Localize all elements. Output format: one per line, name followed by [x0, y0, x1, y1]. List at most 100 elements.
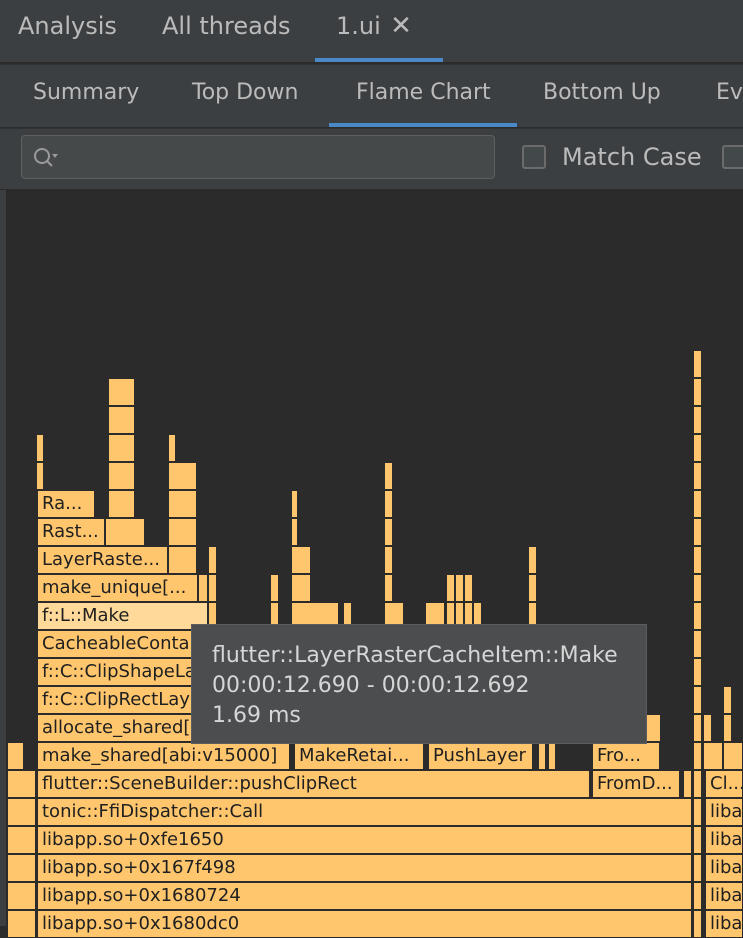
search-input[interactable] [21, 135, 495, 179]
flame-frame[interactable] [7, 770, 36, 798]
flame-frame[interactable] [105, 518, 145, 546]
flame-frame[interactable] [464, 574, 473, 602]
flame-frame[interactable] [198, 574, 208, 602]
flame-frame[interactable] [723, 742, 743, 770]
flame-frame[interactable] [693, 798, 702, 826]
flame-frame[interactable] [693, 658, 702, 686]
match-case-checkbox[interactable] [522, 145, 546, 169]
flame-frame[interactable] [693, 882, 702, 910]
search-icon[interactable] [32, 146, 58, 170]
flame-frame[interactable] [703, 714, 712, 742]
flame-frame[interactable] [693, 574, 702, 602]
flame-frame[interactable]: f::C::ClipRectLay [37, 686, 208, 714]
flame-frame[interactable] [528, 546, 537, 574]
flame-frame[interactable]: FromD... [592, 770, 680, 798]
flame-frame[interactable] [208, 574, 217, 602]
flame-frame[interactable] [693, 378, 702, 406]
flame-frame[interactable] [384, 574, 393, 602]
tab-analysis[interactable]: Analysis [18, 12, 117, 40]
flame-frame[interactable] [528, 574, 537, 602]
flame-frame[interactable]: LayerRaste... [37, 546, 168, 574]
flame-frame[interactable] [168, 490, 197, 518]
flame-frame[interactable]: make_unique[... [37, 574, 198, 602]
flame-frame[interactable]: Cl... [705, 770, 743, 798]
flame-frame[interactable]: MakeRetai... [294, 742, 424, 770]
flame-frame[interactable]: libapp.so+0x1680dc0 [37, 910, 692, 938]
flame-frame[interactable] [723, 714, 732, 742]
flame-frame[interactable] [108, 406, 135, 434]
flame-frame[interactable] [168, 434, 176, 462]
flame-frame[interactable] [168, 546, 197, 574]
flame-frame[interactable] [291, 490, 298, 518]
flame-frame[interactable]: liba [705, 798, 743, 826]
flame-frame[interactable] [384, 546, 393, 574]
flame-frame[interactable] [693, 742, 702, 770]
flame-frame[interactable]: Ra... [37, 490, 95, 518]
regex-checkbox[interactable] [722, 145, 743, 169]
flame-frame[interactable] [548, 742, 556, 770]
tab-bottom-up[interactable]: Bottom Up [543, 80, 661, 105]
flame-frame[interactable] [538, 742, 546, 770]
flame-frame[interactable]: liba [705, 826, 743, 854]
flame-frame[interactable] [693, 630, 702, 658]
flame-frame[interactable] [693, 910, 702, 938]
flame-frame[interactable] [291, 546, 311, 574]
flame-frame[interactable] [693, 854, 702, 882]
flame-frame[interactable]: flutter::SceneBuilder::pushClipRect [37, 770, 590, 798]
flame-frame[interactable]: liba [705, 882, 743, 910]
tab-1-ui[interactable]: 1.ui [336, 12, 381, 40]
flame-frame[interactable]: tonic::FfiDispatcher::Call [37, 798, 692, 826]
tab-events[interactable]: Ev [716, 80, 743, 105]
flame-frame[interactable] [646, 714, 661, 742]
flame-frame[interactable] [108, 462, 135, 490]
flame-frame[interactable]: PushLayer [428, 742, 533, 770]
flame-frame[interactable] [455, 574, 464, 602]
flame-frame[interactable]: make_shared[abi:v15000] [37, 742, 290, 770]
tab-all-threads[interactable]: All threads [162, 12, 291, 40]
flame-frame[interactable] [270, 574, 279, 602]
flame-frame[interactable] [108, 490, 135, 518]
flame-frame[interactable] [723, 686, 732, 714]
flame-frame[interactable] [7, 742, 24, 770]
flame-frame[interactable] [693, 826, 702, 854]
flame-frame[interactable]: Fro... [592, 742, 660, 770]
flame-frame[interactable] [36, 434, 44, 462]
close-icon[interactable]: ✕ [389, 13, 413, 39]
flame-frame[interactable] [384, 518, 393, 546]
flame-frame[interactable] [693, 546, 702, 574]
flame-frame[interactable] [703, 742, 723, 770]
flame-frame[interactable]: liba [705, 910, 743, 938]
flame-frame[interactable] [693, 406, 702, 434]
flame-frame[interactable] [7, 826, 36, 854]
tab-flame-chart[interactable]: Flame Chart [356, 80, 491, 105]
flame-frame[interactable] [693, 714, 702, 742]
flame-frame[interactable] [108, 434, 135, 462]
flame-frame[interactable] [7, 882, 36, 910]
flame-frame[interactable] [108, 378, 135, 406]
tab-top-down[interactable]: Top Down [192, 80, 298, 105]
flame-frame[interactable] [693, 770, 702, 798]
flame-frame-highlighted[interactable]: f::L::Make [37, 602, 208, 630]
flame-frame[interactable] [7, 910, 36, 938]
flame-frame[interactable] [693, 490, 702, 518]
flame-frame[interactable]: CacheableContai [37, 630, 208, 658]
flame-frame[interactable] [384, 490, 393, 518]
flame-frame[interactable] [693, 434, 702, 462]
flame-frame[interactable] [168, 462, 197, 490]
flame-frame[interactable]: allocate_shared[ [37, 714, 208, 742]
flame-frame[interactable] [384, 462, 393, 490]
flame-frame[interactable] [36, 462, 44, 490]
flame-frame[interactable] [168, 518, 197, 546]
flame-frame[interactable]: libapp.so+0x1680724 [37, 882, 692, 910]
flame-frame[interactable] [693, 602, 702, 630]
flame-frame[interactable]: liba [705, 854, 743, 882]
flame-frame[interactable] [693, 686, 702, 714]
flame-frame[interactable]: Rast... [37, 518, 105, 546]
flame-frame[interactable] [7, 854, 36, 882]
flame-frame[interactable] [446, 574, 455, 602]
flame-frame[interactable] [291, 518, 298, 546]
flame-frame[interactable]: libapp.so+0xfe1650 [37, 826, 692, 854]
tab-summary[interactable]: Summary [33, 80, 139, 105]
flame-frame[interactable] [693, 462, 702, 490]
flame-frame[interactable]: f::C::ClipShapeLa [37, 658, 208, 686]
